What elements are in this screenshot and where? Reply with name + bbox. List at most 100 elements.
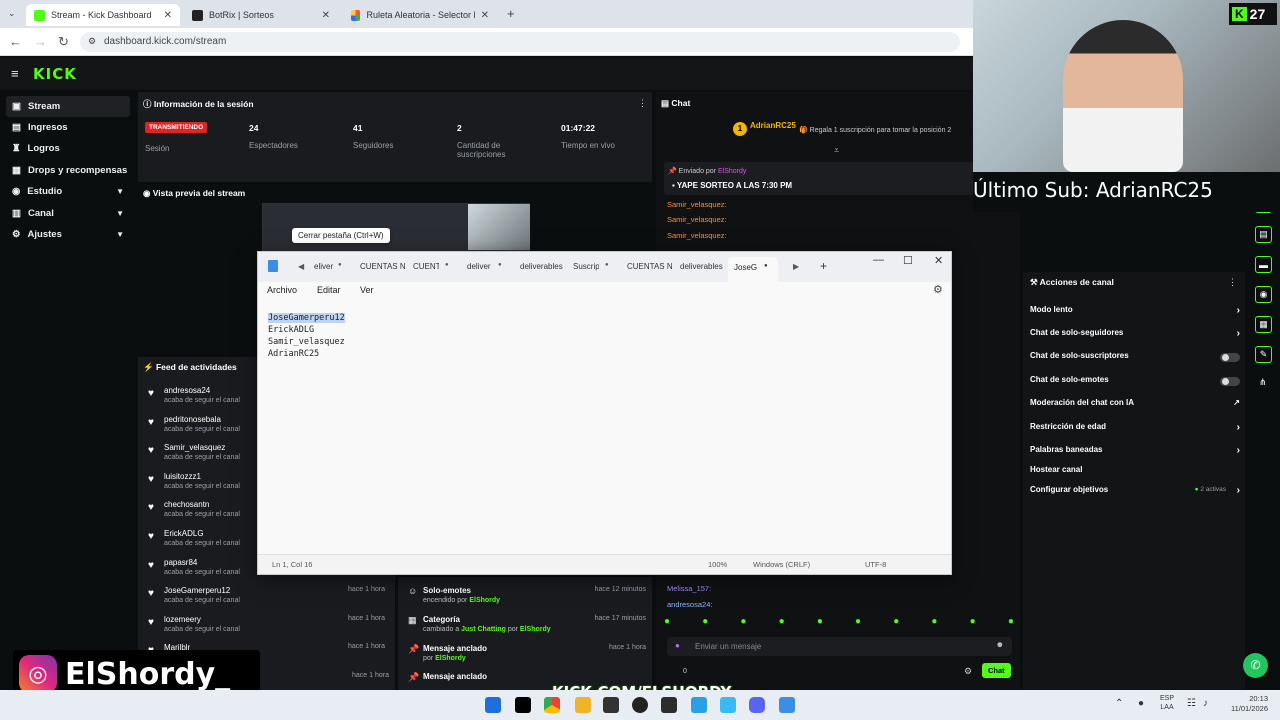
notepad-tab[interactable]: deliverables bbox=[680, 262, 726, 271]
emote-icon[interactable]: ● bbox=[855, 616, 861, 634]
chat-username[interactable]: andresosa24: bbox=[667, 600, 712, 609]
browser-tab-kick[interactable]: Stream - Kick Dashboard ✕ bbox=[26, 4, 180, 26]
toggle-switch[interactable] bbox=[1220, 353, 1240, 362]
share-icon[interactable]: ⋔ bbox=[1259, 377, 1267, 388]
kick-logo[interactable]: KICK bbox=[33, 65, 77, 83]
notepad-text-area[interactable]: JoseGamerperu12 ErickADLG Samir_velasque… bbox=[268, 312, 345, 360]
feed-item-name[interactable]: ErickADLG bbox=[164, 529, 204, 538]
feed-item-name[interactable]: pedritonosebala bbox=[164, 415, 221, 424]
notepad-tab[interactable]: deliverables bbox=[520, 262, 570, 271]
sidebar-item-ingresos[interactable]: ▤ Ingresos bbox=[6, 117, 130, 138]
obs-icon[interactable] bbox=[632, 697, 648, 713]
chat-send-button[interactable]: Chat bbox=[982, 663, 1011, 678]
tiktok-icon[interactable] bbox=[515, 697, 531, 713]
notepad-tab[interactable]: CUENT bbox=[413, 262, 439, 271]
close-icon[interactable]: ✕ bbox=[934, 254, 943, 267]
chat-username[interactable]: Samir_velasquez: bbox=[667, 200, 727, 209]
feed-item-name[interactable]: chechosantn bbox=[164, 500, 209, 509]
emote-icon[interactable]: ● bbox=[893, 616, 899, 634]
emote-icon[interactable]: ● bbox=[817, 616, 823, 634]
feed-item-name[interactable]: lozemeery bbox=[164, 615, 201, 624]
forward-icon[interactable]: → bbox=[34, 34, 47, 49]
notepad-tab[interactable]: CUENTAS NI bbox=[360, 262, 406, 271]
sidebar-item-estudio[interactable]: ◉ Estudio ▼ bbox=[6, 181, 130, 202]
notepad-tab-active[interactable]: JoseG ● bbox=[728, 257, 778, 282]
mic-icon[interactable]: ● bbox=[1138, 698, 1144, 709]
collapse-icon[interactable]: ⩡ bbox=[834, 145, 839, 156]
mic-icon[interactable]: ● bbox=[675, 641, 680, 650]
emote-icon[interactable]: ● bbox=[740, 616, 746, 634]
chat-bubble-icon[interactable]: ✆ bbox=[1243, 653, 1268, 678]
chat-icon[interactable]: ▬ bbox=[1255, 256, 1272, 273]
notepad-tab[interactable]: eliver bbox=[314, 262, 334, 271]
folder-icon[interactable] bbox=[575, 697, 591, 713]
feed-item-name[interactable]: luisitozzz1 bbox=[164, 472, 201, 481]
url-input[interactable]: ⚙ dashboard.kick.com/stream bbox=[80, 32, 960, 52]
notepad-tab[interactable]: deliver bbox=[467, 262, 493, 271]
maximize-icon[interactable]: ☐ bbox=[903, 254, 913, 267]
channel-action-chat-de-solo-emotes[interactable]: Chat de solo-emotes bbox=[1030, 375, 1240, 393]
discord-icon[interactable] bbox=[749, 697, 765, 713]
browser-tab-ruleta[interactable]: Ruleta Aleatoria - Selector Pers ✕ bbox=[343, 4, 497, 26]
back-icon[interactable]: ← bbox=[9, 34, 22, 49]
audio-icon[interactable]: ◉ bbox=[1255, 286, 1272, 303]
chat-settings-icon[interactable]: ⚙ bbox=[964, 666, 972, 677]
sidebar-item-ajustes[interactable]: ⚙ Ajustes ▼ bbox=[6, 224, 130, 245]
more-options-icon[interactable]: ⋮ bbox=[1228, 277, 1237, 288]
chat-username[interactable]: Melissa_157: bbox=[667, 584, 711, 593]
emote-icon[interactable]: ● bbox=[970, 616, 976, 634]
menu-editar[interactable]: Editar bbox=[317, 285, 341, 295]
new-tab-icon[interactable]: + bbox=[507, 6, 515, 21]
clock[interactable]: 20:13 11/01/2026 bbox=[1222, 694, 1268, 714]
layout-icon[interactable]: ▦ bbox=[1255, 316, 1272, 333]
top-gifter-name[interactable]: AdrianRC25 bbox=[750, 121, 796, 130]
channel-action-chat-de-solo-seguidores[interactable]: Chat de solo-seguidores › bbox=[1030, 328, 1240, 346]
site-info-icon[interactable]: ⚙ bbox=[88, 36, 96, 47]
channel-action-configurar-objetivos[interactable]: Configurar objetivos ● 2 activas › bbox=[1030, 485, 1240, 503]
menu-icon[interactable]: ≡ bbox=[11, 66, 19, 81]
notepad-tab[interactable]: CUENTAS NI bbox=[627, 262, 673, 271]
chat-username[interactable]: Samir_velasquez: bbox=[667, 231, 727, 240]
app-icon[interactable] bbox=[603, 697, 619, 713]
feed-item-name[interactable]: andresosa24 bbox=[164, 386, 210, 395]
channel-action-moderación-del-chat-con-ia[interactable]: Moderación del chat con IA ↗ bbox=[1030, 398, 1240, 416]
chat-username[interactable]: Samir_velasquez: bbox=[667, 215, 727, 224]
channel-action-chat-de-solo-suscriptores[interactable]: Chat de solo-suscriptores bbox=[1030, 351, 1240, 369]
channel-action-hostear-canal[interactable]: Hostear canal bbox=[1030, 465, 1240, 483]
channel-action-modo-lento[interactable]: Modo lento › bbox=[1030, 305, 1240, 323]
close-icon[interactable]: ✕ bbox=[322, 10, 330, 21]
sidebar-item-stream[interactable]: ▣ Stream bbox=[6, 96, 130, 117]
sidebar-item-drops[interactable]: ▦ Drops y recompensas bbox=[6, 160, 130, 181]
menu-ver[interactable]: Ver bbox=[360, 285, 374, 295]
chrome-icon[interactable] bbox=[544, 697, 560, 713]
sidebar-item-canal[interactable]: ▥ Canal ▼ bbox=[6, 203, 130, 224]
minimize-icon[interactable]: — bbox=[873, 254, 884, 266]
close-icon[interactable]: ✕ bbox=[481, 10, 489, 21]
tab-scroll-left-icon[interactable]: ◀ bbox=[298, 262, 304, 271]
feed-item-name[interactable]: Samir_velasquez bbox=[164, 443, 225, 452]
wifi-icon[interactable]: ☷ bbox=[1187, 698, 1196, 709]
feed-item-name[interactable]: JoseGamerperu12 bbox=[164, 586, 230, 595]
emote-icon[interactable]: ● bbox=[1008, 616, 1014, 634]
notepad-taskbar-icon[interactable] bbox=[779, 697, 795, 713]
emote-icon[interactable]: ● bbox=[664, 616, 670, 634]
emote-icon[interactable]: ● bbox=[931, 616, 937, 634]
sidebar-item-logros[interactable]: ♜ Logros bbox=[6, 138, 130, 159]
start-icon[interactable] bbox=[485, 697, 501, 713]
notepad-tab[interactable]: Suscrip bbox=[573, 262, 599, 271]
more-options-icon[interactable]: ⋮ bbox=[638, 98, 647, 109]
emote-icon[interactable]: ● bbox=[779, 616, 785, 634]
feed-item-name[interactable]: papasr84 bbox=[164, 558, 197, 567]
channel-action-palabras-baneadas[interactable]: Palabras baneadas › bbox=[1030, 445, 1240, 463]
chat-input[interactable]: ● Enviar un mensaje ☻ bbox=[667, 637, 1012, 656]
channel-action-restricción-de-edad[interactable]: Restricción de edad › bbox=[1030, 422, 1240, 440]
toggle-switch[interactable] bbox=[1220, 377, 1240, 386]
app-icon[interactable] bbox=[720, 697, 736, 713]
language-indicator[interactable]: ESP LAA bbox=[1160, 694, 1174, 712]
app-icon[interactable] bbox=[691, 697, 707, 713]
tray-chevron-icon[interactable]: ⌃ bbox=[1115, 698, 1123, 709]
new-tab-icon[interactable]: + bbox=[820, 259, 827, 273]
tab-scroll-right-icon[interactable]: ▶ bbox=[793, 262, 799, 271]
emoji-icon[interactable]: ☻ bbox=[996, 640, 1004, 649]
settings-icon[interactable]: ⚙ bbox=[933, 283, 943, 296]
